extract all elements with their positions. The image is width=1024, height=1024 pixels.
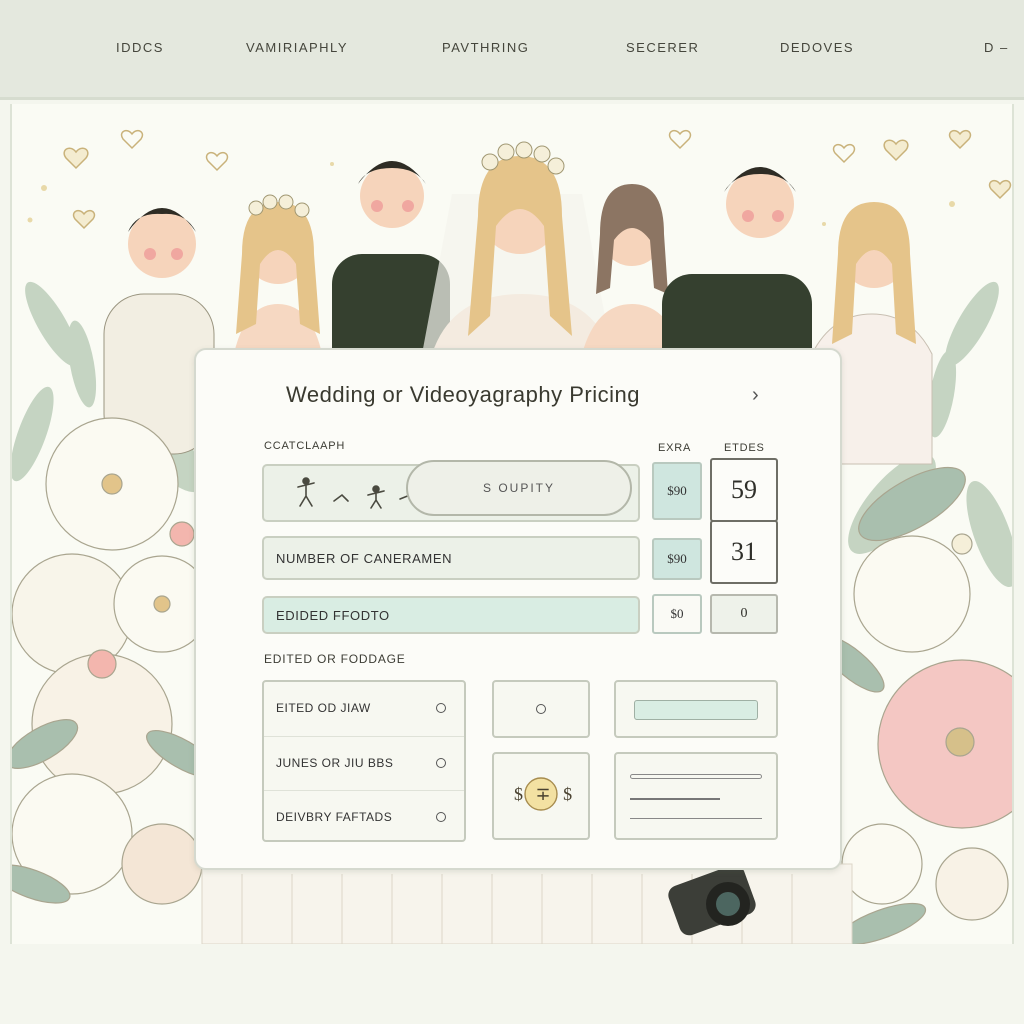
range-line-1[interactable] [630, 774, 762, 779]
coin-text: $ ∓ $ [514, 784, 577, 804]
column-etdes-label: ETDES [724, 442, 765, 454]
radio-icon[interactable] [436, 757, 446, 768]
number-of-cameramen-field[interactable]: NUMBER OF CANERAMEN [262, 536, 640, 580]
extra-price-1: $90 [652, 462, 702, 520]
card-title: Wedding or Videoyagraphy Pricing [286, 382, 640, 407]
option-row-2[interactable]: JUNES OR JIU BBS [264, 736, 464, 788]
slider-box [614, 680, 778, 738]
slider-track[interactable] [634, 700, 758, 720]
nav-item-3[interactable]: PAVTHRING [442, 40, 529, 55]
range-line-2 [630, 798, 720, 800]
option-label-3: DEIVBRY FAFTADS [276, 809, 393, 824]
etdes-value-2[interactable]: 31 [710, 520, 778, 584]
chevron-right-icon[interactable]: › [752, 384, 759, 407]
footage-options-panel: EITED OD JIAW JUNES OR JIU BBS DEIVBRY F… [262, 680, 466, 842]
etdes-value-1[interactable]: 59 [710, 458, 778, 522]
option-toggle-box[interactable] [492, 680, 590, 738]
pricing-card: Wedding or Videoyagraphy Pricing › CCATC… [194, 348, 842, 870]
radio-icon[interactable] [436, 703, 446, 713]
radio-icon[interactable] [536, 704, 546, 714]
option-row-1[interactable]: EITED OD JIAW [264, 682, 464, 734]
quote-button[interactable]: S OUPITY [406, 460, 632, 516]
top-nav: IDDCS VAMIRIAPHLY PAVTHRING SECERER DEDO… [0, 0, 1024, 100]
nav-item-4[interactable]: SECERER [626, 40, 699, 55]
section2-label: EDITED OR FODDAGE [264, 652, 406, 666]
etdes-value-3[interactable]: 0 [710, 594, 778, 634]
option-label-2: JUNES OR JIU BBS [276, 755, 394, 770]
extra-price-3: $0 [652, 594, 702, 634]
extra-price-2: $90 [652, 538, 702, 580]
option-row-3[interactable]: DEIVBRY FAFTADS [264, 790, 464, 842]
option-label-1: EITED OD JIAW [276, 701, 371, 715]
column-extra-label: EXRA [658, 442, 692, 454]
nav-item-2[interactable]: VAMIRIAPHLY [246, 40, 348, 55]
nav-item-6[interactable]: D – [984, 40, 1009, 55]
edited-photo-field[interactable]: EDIDED FFODTO [262, 596, 640, 634]
nav-item-5[interactable]: DEDOVES [780, 40, 854, 55]
nav-item-1[interactable]: IDDCS [116, 40, 164, 55]
lines-box [614, 752, 778, 840]
radio-icon[interactable] [436, 811, 446, 822]
price-coin-box: $ ∓ $ [492, 752, 590, 840]
range-line-3 [630, 818, 762, 819]
section1-label: CCATCLAAPH [264, 440, 346, 452]
